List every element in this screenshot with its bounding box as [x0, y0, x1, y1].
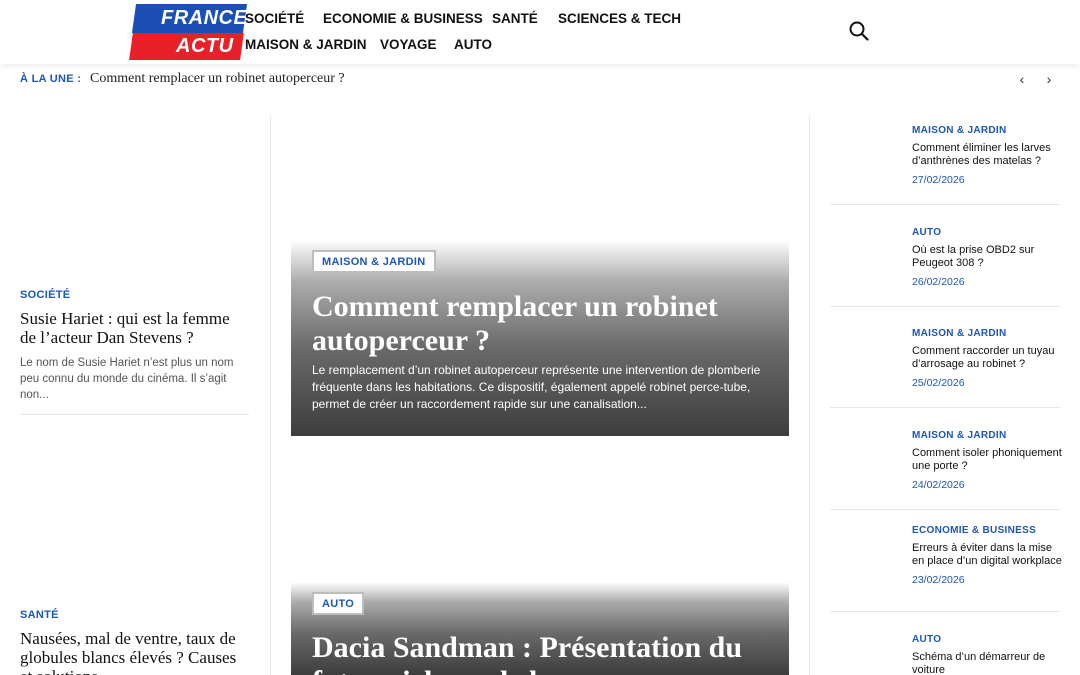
nav-item-auto[interactable]: AUTO	[454, 37, 492, 52]
logo-line2: ACTU	[176, 35, 234, 57]
column-divider-left	[270, 116, 271, 675]
right-post-4[interactable]: MAISON & JARDIN Comment isoler phoniquem…	[912, 430, 1062, 491]
nav-item-economie-business[interactable]: ECONOMIE & BUSINESS	[323, 11, 483, 26]
right-post-6[interactable]: AUTO Schéma d’un démarreur de voiture	[912, 634, 1062, 675]
right-post-divider	[830, 509, 1060, 510]
right-post-divider	[830, 204, 1060, 205]
site-logo[interactable]: FRANCE ACTU	[129, 4, 248, 60]
right-post-1[interactable]: MAISON & JARDIN Comment éliminer les lar…	[912, 125, 1062, 186]
right-post-5[interactable]: ECONOMIE & BUSINESS Erreurs à éviter dan…	[912, 525, 1062, 586]
nav-item-societe[interactable]: SOCIÉTÉ	[245, 11, 304, 26]
right-post-category[interactable]: ECONOMIE & BUSINESS	[912, 525, 1062, 536]
left-post-category[interactable]: SANTÉ	[20, 609, 249, 621]
right-post-date: 25/02/2026	[912, 377, 965, 389]
featured-category-badge[interactable]: MAISON & JARDIN	[312, 250, 436, 273]
right-post-date: 24/02/2026	[912, 479, 965, 491]
right-post-3[interactable]: MAISON & JARDIN Comment raccorder un tuy…	[912, 328, 1062, 389]
left-post-1[interactable]: SOCIÉTÉ Susie Hariet : qui est la femme …	[20, 289, 249, 403]
left-post-2[interactable]: SANTÉ Nausées, mal de ventre, taux de gl…	[20, 609, 249, 675]
right-post-category[interactable]: MAISON & JARDIN	[912, 328, 1062, 339]
right-post-category[interactable]: AUTO	[912, 634, 1062, 645]
featured-post-2[interactable]: AUTO Dacia Sandman : Présentation du fut…	[291, 582, 789, 675]
right-post-date: 26/02/2026	[912, 276, 965, 288]
nav-item-maison-jardin[interactable]: MAISON & JARDIN	[245, 37, 367, 52]
right-post-2[interactable]: AUTO Où est la prise OBD2 sur Peugeot 30…	[912, 227, 1062, 288]
featured-post-1[interactable]: MAISON & JARDIN Comment remplacer un rob…	[291, 240, 789, 436]
nav-item-sante[interactable]: SANTÉ	[492, 11, 538, 26]
featured-excerpt: Le remplacement d’un robinet autoperceur…	[312, 363, 761, 411]
right-post-divider	[830, 611, 1060, 612]
right-post-title[interactable]: Comment isoler phoniquement une porte ?	[912, 447, 1062, 473]
right-post-category[interactable]: AUTO	[912, 227, 1062, 238]
left-post-excerpt: Le nom de Susie Hariet n’est plus un nom…	[20, 357, 234, 401]
left-post-divider	[20, 414, 249, 415]
featured-title[interactable]: Dacia Sandman : Présentation du futur pi…	[312, 631, 782, 675]
site-header: FRANCE ACTU SOCIÉTÉ ECONOMIE & BUSINESS …	[0, 0, 1080, 64]
right-post-category[interactable]: MAISON & JARDIN	[912, 125, 1062, 136]
right-post-category[interactable]: MAISON & JARDIN	[912, 430, 1062, 441]
ticker-label: À LA UNE :	[20, 73, 82, 85]
right-post-divider	[830, 407, 1060, 408]
column-divider-right	[809, 116, 810, 675]
right-post-title[interactable]: Erreurs à éviter dans la mise en place d…	[912, 542, 1062, 568]
search-icon[interactable]	[848, 20, 870, 42]
left-post-title[interactable]: Susie Hariet : qui est la femme de l’act…	[20, 309, 249, 347]
featured-category-badge[interactable]: AUTO	[312, 592, 365, 615]
nav-item-voyage[interactable]: VOYAGE	[380, 37, 437, 52]
ticker-title-link[interactable]: Comment remplacer un robinet autoperceur…	[90, 71, 345, 87]
nav-item-sciences-tech[interactable]: SCIENCES & TECH	[558, 11, 681, 26]
right-post-title[interactable]: Comment éliminer les larves d’anthrènes …	[912, 142, 1062, 168]
left-post-title[interactable]: Nausées, mal de ventre, taux de globules…	[20, 629, 249, 675]
ticker-prev-arrow-icon[interactable]: ‹	[1015, 71, 1029, 87]
right-post-divider	[830, 306, 1060, 307]
logo-line1: FRANCE	[161, 7, 248, 29]
right-post-title[interactable]: Comment raccorder un tuyau d’arrosage au…	[912, 345, 1062, 371]
left-post-category[interactable]: SOCIÉTÉ	[20, 289, 249, 301]
right-post-title[interactable]: Où est la prise OBD2 sur Peugeot 308 ?	[912, 244, 1062, 270]
featured-title[interactable]: Comment remplacer un robinet autoperceur…	[312, 290, 782, 358]
right-post-date: 27/02/2026	[912, 174, 965, 186]
right-post-date: 23/02/2026	[912, 574, 965, 586]
ticker-next-arrow-icon[interactable]: ›	[1042, 71, 1056, 87]
right-post-title[interactable]: Schéma d’un démarreur de voiture	[912, 651, 1062, 675]
